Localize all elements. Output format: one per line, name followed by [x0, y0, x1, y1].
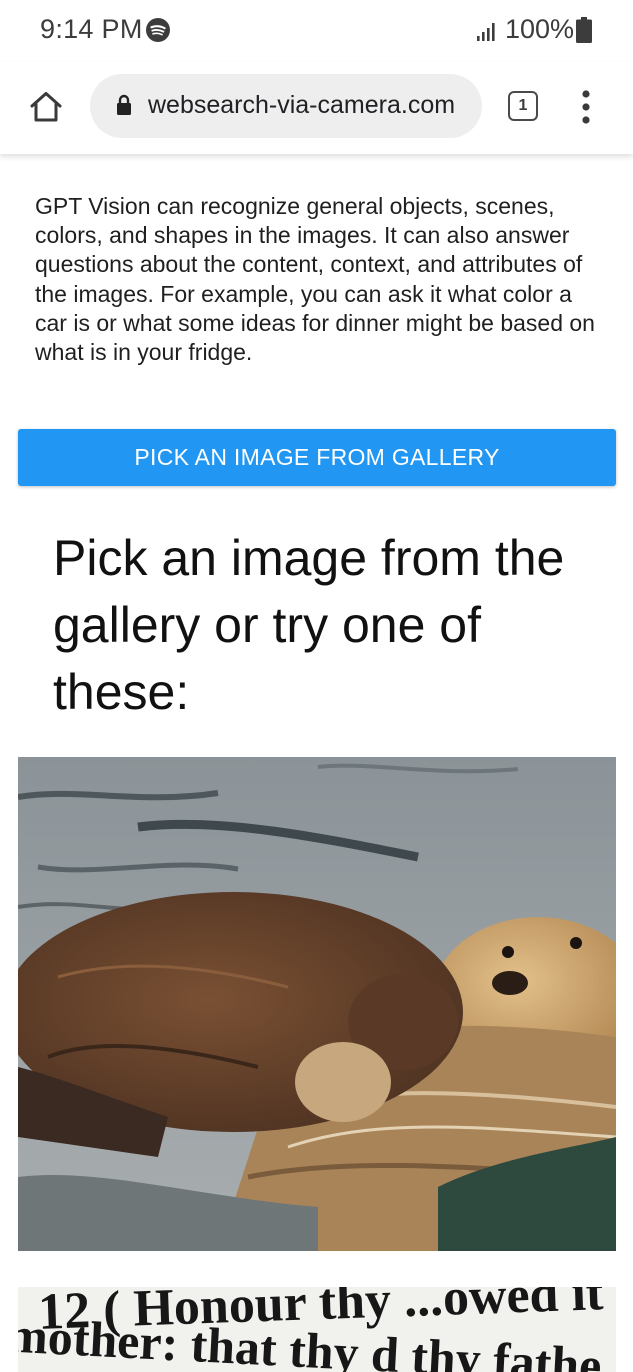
battery-percentage: 100% [505, 14, 575, 44]
lock-icon [117, 94, 131, 115]
tab-count: 1 [518, 97, 528, 114]
address-bar[interactable]: websearch-via-camera.com [90, 74, 482, 138]
tab-switcher-button[interactable]: 1 [508, 91, 538, 121]
url-text: websearch-via-camera.com [148, 91, 456, 119]
status-bar: 9:14 PM 100% [0, 0, 633, 62]
pick-image-button[interactable]: PICK AN IMAGE FROM GALLERY [18, 429, 616, 486]
status-time: 9:14 PM [40, 14, 143, 44]
sample-image-otters[interactable] [18, 757, 616, 1251]
browser-toolbar: websearch-via-camera.com 1 [0, 62, 633, 154]
home-icon [30, 92, 62, 122]
page-heading: Pick an image from the gallery or try on… [53, 530, 565, 720]
intro-paragraph: GPT Vision can recognize general objects… [35, 193, 595, 366]
signal-icon [477, 23, 495, 41]
battery-icon [576, 17, 592, 43]
spotify-icon [146, 18, 170, 42]
sample-image-text[interactable]: 12 ( Honour thy ...owed it mother: that … [18, 1287, 616, 1372]
home-button[interactable] [24, 85, 68, 129]
more-vert-icon[interactable] [570, 86, 602, 128]
otter-illustration [18, 757, 616, 1251]
